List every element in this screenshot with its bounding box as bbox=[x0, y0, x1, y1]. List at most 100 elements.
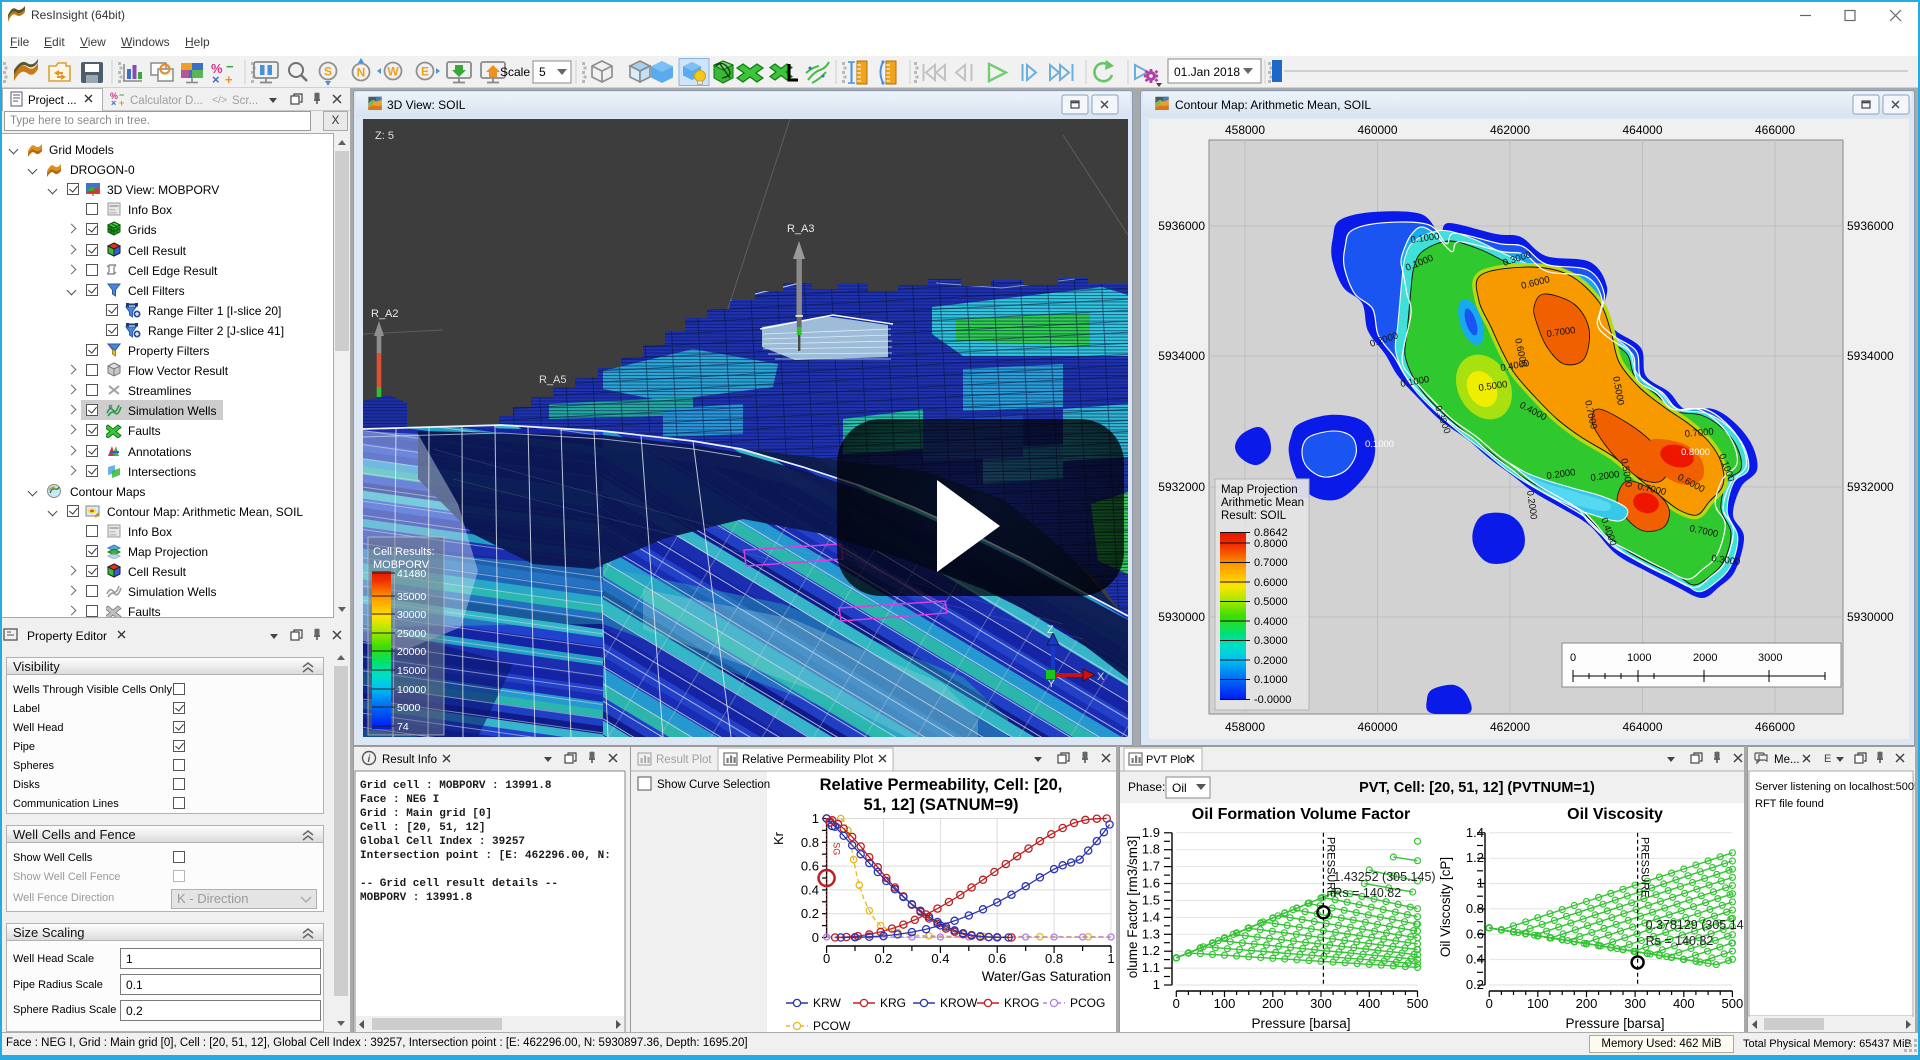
svg-text:Calculator D...: Calculator D... bbox=[130, 95, 203, 107]
svg-text:Oil Formation Volume Factor: Oil Formation Volume Factor bbox=[1192, 806, 1410, 823]
svg-text:460000: 460000 bbox=[1357, 123, 1397, 137]
svg-text:464000: 464000 bbox=[1622, 123, 1662, 137]
svg-text:Pressure [barsa]: Pressure [barsa] bbox=[1251, 1016, 1350, 1031]
svg-text:KROG: KROG bbox=[1004, 996, 1039, 1010]
svg-text:Scr...: Scr... bbox=[232, 95, 258, 107]
svg-text:Rs = 140.82: Rs = 140.82 bbox=[1646, 934, 1714, 948]
svg-text:0.8000: 0.8000 bbox=[1681, 447, 1710, 458]
svg-text:01.Jan 2018: 01.Jan 2018 bbox=[1174, 65, 1240, 79]
svg-text:Result Info: Result Info bbox=[382, 754, 437, 766]
svg-text:Result: SOIL: Result: SOIL bbox=[1221, 510, 1287, 522]
svg-text:51, 12] (SATNUM=9): 51, 12] (SATNUM=9) bbox=[863, 796, 1018, 814]
svg-text:MOBPORV : 13991.8: MOBPORV : 13991.8 bbox=[360, 892, 473, 904]
svg-text:35000: 35000 bbox=[397, 591, 426, 603]
svg-text:Intersection point : [E: 46229: Intersection point : [E: 462296.00, N: bbox=[360, 850, 611, 862]
svg-text:Grid cell : MOBPORV : 13991.8: Grid cell : MOBPORV : 13991.8 bbox=[360, 780, 552, 792]
svg-text:15000: 15000 bbox=[397, 665, 426, 677]
svg-text:0.2: 0.2 bbox=[874, 951, 892, 966]
svg-text:×: × bbox=[212, 72, 220, 87]
svg-text:Grid : Main grid [0]: Grid : Main grid [0] bbox=[360, 808, 492, 820]
svg-text:-- Grid cell result details --: -- Grid cell result details -- bbox=[360, 878, 558, 890]
svg-text:3000: 3000 bbox=[1758, 652, 1782, 664]
svg-text:PCOG: PCOG bbox=[1070, 996, 1105, 1010]
svg-text:R_A3: R_A3 bbox=[787, 223, 815, 235]
svg-text:Global Cell Index : 39257: Global Cell Index : 39257 bbox=[360, 836, 525, 848]
svg-text:466000: 466000 bbox=[1755, 720, 1795, 734]
svg-text:1.43252 (305.145): 1.43252 (305.145) bbox=[1333, 870, 1435, 884]
svg-text:Contour Map: Arithmetic Mean,: Contour Map: Arithmetic Mean, SOIL bbox=[1175, 98, 1371, 112]
svg-text:20000: 20000 bbox=[397, 646, 426, 658]
svg-text:-0.0000: -0.0000 bbox=[1254, 694, 1291, 706]
svg-text:RFT file found: RFT file found bbox=[1755, 798, 1824, 810]
svg-text:5936000: 5936000 bbox=[1847, 219, 1894, 233]
svg-text:0.4000: 0.4000 bbox=[1254, 616, 1288, 628]
svg-text:SG: SG bbox=[832, 842, 842, 855]
svg-text:0.3000: 0.3000 bbox=[1254, 635, 1288, 647]
svg-text:100: 100 bbox=[1527, 996, 1549, 1011]
svg-text:Oil: Oil bbox=[1172, 781, 1187, 795]
svg-text:464000: 464000 bbox=[1622, 720, 1662, 734]
svg-text:500: 500 bbox=[1722, 996, 1744, 1011]
svg-text:Z: 5: Z: 5 bbox=[375, 130, 394, 142]
svg-text:41480: 41480 bbox=[397, 568, 426, 580]
svg-text:0.2: 0.2 bbox=[801, 906, 819, 921]
svg-text:5: 5 bbox=[539, 65, 546, 79]
svg-text:Show Curve Selection: Show Curve Selection bbox=[657, 779, 770, 791]
svg-text:462000: 462000 bbox=[1490, 123, 1530, 137]
svg-text:466000: 466000 bbox=[1755, 123, 1795, 137]
svg-text:ResInsight (64bit): ResInsight (64bit) bbox=[31, 8, 125, 22]
svg-text:1.6: 1.6 bbox=[1142, 876, 1160, 891]
svg-text:458000: 458000 bbox=[1225, 123, 1265, 137]
svg-text:0.8: 0.8 bbox=[1466, 901, 1484, 916]
svg-text:S: S bbox=[324, 65, 332, 79]
svg-text:0.2: 0.2 bbox=[1466, 977, 1484, 992]
svg-text:200: 200 bbox=[1576, 996, 1598, 1011]
svg-text:5934000: 5934000 bbox=[1847, 349, 1894, 363]
svg-text:PRESSURE: PRESSURE bbox=[1639, 837, 1651, 898]
svg-text:5936000: 5936000 bbox=[1158, 219, 1205, 233]
svg-text:KRW: KRW bbox=[813, 996, 841, 1010]
svg-text:PCOW: PCOW bbox=[813, 1019, 851, 1033]
svg-text:1.5: 1.5 bbox=[1142, 892, 1160, 907]
svg-text:KROW: KROW bbox=[940, 996, 978, 1010]
svg-text:X: X bbox=[1097, 671, 1105, 683]
svg-text:300: 300 bbox=[1624, 996, 1646, 1011]
svg-text:PVT Plot: PVT Plot bbox=[1146, 754, 1189, 766]
svg-text:Oil Viscosity [cP]: Oil Viscosity [cP] bbox=[1438, 857, 1453, 957]
svg-text:0.5000: 0.5000 bbox=[1254, 596, 1288, 608]
svg-text:1.9: 1.9 bbox=[1142, 825, 1160, 840]
svg-text:400: 400 bbox=[1358, 996, 1380, 1011]
svg-text:100: 100 bbox=[1214, 996, 1236, 1011]
svg-text:R_A2: R_A2 bbox=[371, 308, 399, 320]
svg-text:1.2: 1.2 bbox=[1466, 850, 1484, 865]
svg-text:1.1: 1.1 bbox=[1142, 960, 1160, 975]
svg-text:0.8: 0.8 bbox=[801, 835, 819, 850]
svg-text:0.1000: 0.1000 bbox=[1365, 439, 1394, 450]
svg-text:0.6000: 0.6000 bbox=[1254, 577, 1288, 589]
svg-text:0.8: 0.8 bbox=[1045, 951, 1063, 966]
svg-text:458000: 458000 bbox=[1225, 720, 1265, 734]
svg-text:Z: Z bbox=[1047, 624, 1054, 636]
svg-text:25000: 25000 bbox=[397, 628, 426, 640]
svg-text:5932000: 5932000 bbox=[1847, 480, 1894, 494]
svg-text:2000: 2000 bbox=[1693, 652, 1717, 664]
svg-text:Map Projection: Map Projection bbox=[1221, 484, 1298, 496]
svg-text:Server listening on localhost:: Server listening on localhost:5005 bbox=[1755, 781, 1915, 793]
svg-text:1.8: 1.8 bbox=[1142, 842, 1160, 857]
svg-text:400: 400 bbox=[1673, 996, 1695, 1011]
svg-text:1.3: 1.3 bbox=[1142, 926, 1160, 941]
svg-text:0.4: 0.4 bbox=[801, 882, 819, 897]
svg-text:200: 200 bbox=[1262, 996, 1284, 1011]
svg-text:0.378129 (305.145): 0.378129 (305.145) bbox=[1646, 918, 1744, 932]
svg-text:0: 0 bbox=[1486, 996, 1493, 1011]
svg-text:5932000: 5932000 bbox=[1158, 480, 1205, 494]
svg-text:olume Factor [rm3/sm3]: olume Factor [rm3/sm3] bbox=[1125, 836, 1140, 979]
svg-text:0.1000: 0.1000 bbox=[1254, 674, 1288, 686]
svg-text:N: N bbox=[357, 66, 366, 80]
svg-text:1000: 1000 bbox=[1627, 652, 1651, 664]
svg-text:Oil Viscosity: Oil Viscosity bbox=[1567, 806, 1663, 823]
svg-text:KRG: KRG bbox=[880, 996, 906, 1010]
svg-text:0: 0 bbox=[812, 930, 819, 945]
svg-text:300: 300 bbox=[1310, 996, 1332, 1011]
svg-text:5930000: 5930000 bbox=[1158, 610, 1205, 624]
